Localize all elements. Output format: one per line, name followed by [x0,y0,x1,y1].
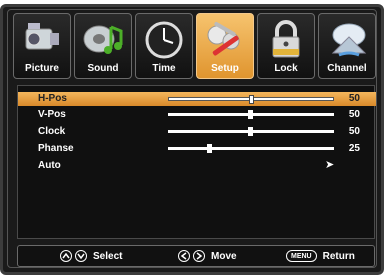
slider-thumb[interactable] [207,144,212,153]
down-arrow-icon [75,250,87,262]
satellite-dish-icon [325,19,369,61]
osd-menu: Picture Sound Time Setup Lock Channel H-… [0,4,384,275]
menu-key-icon: MENU [286,250,317,262]
setting-label: V-Pos [38,109,66,120]
setting-label: Clock [38,126,66,137]
tab-label: Sound [87,63,119,74]
clock-slider[interactable] [168,127,334,136]
v-pos-slider[interactable] [168,110,334,119]
setting-row-auto[interactable]: Auto ➤ [18,159,376,173]
move-hint: Move [178,250,237,262]
clock-icon [142,19,186,61]
move-label: Move [211,250,237,262]
select-hint: Select [60,250,122,262]
tools-icon [203,19,247,61]
setting-label: Auto [38,160,61,171]
music-note-icon [81,19,125,61]
slider-thumb[interactable] [248,110,253,119]
setting-value: 50 [348,126,360,137]
setting-value: 25 [348,143,360,154]
tab-sound[interactable]: Sound [74,13,132,79]
setting-row-phanse[interactable]: Phanse 25 [18,142,376,156]
tab-label: Time [152,63,176,74]
tab-label: Picture [25,63,59,74]
tab-channel[interactable]: Channel [318,13,376,79]
settings-panel: H-Pos 50 V-Pos 50 Clock 50 Phanse 25 Aut… [17,85,376,239]
setting-row-clock[interactable]: Clock 50 [18,125,376,139]
tab-time[interactable]: Time [135,13,193,79]
tab-label: Lock [274,63,298,74]
tab-lock[interactable]: Lock [257,13,315,79]
setting-row-h-pos[interactable]: H-Pos 50 [18,92,376,106]
left-arrow-icon [178,250,190,262]
footer-hints: Select Move MENU Return [17,245,375,267]
setting-value: 50 [348,93,360,104]
select-label: Select [93,250,123,262]
setting-value: 50 [348,109,360,120]
tab-label: Channel [327,63,367,74]
return-label: Return [322,250,355,262]
slider-thumb[interactable] [248,127,253,136]
padlock-icon [264,19,308,61]
slider-thumb[interactable] [249,95,254,104]
setting-row-v-pos[interactable]: V-Pos 50 [18,108,376,122]
setting-label: H-Pos [38,93,67,104]
camcorder-icon [20,19,64,61]
setting-label: Phanse [38,143,74,154]
return-hint: MENU Return [286,250,355,262]
tab-bar: Picture Sound Time Setup Lock Channel [13,13,379,79]
h-pos-slider[interactable] [168,95,334,104]
up-arrow-icon [60,250,72,262]
phanse-slider[interactable] [168,144,334,153]
tab-picture[interactable]: Picture [13,13,71,79]
submenu-arrow-icon: ➤ [325,159,335,171]
tab-setup[interactable]: Setup [196,13,254,79]
right-arrow-icon [193,250,205,262]
tab-label: Setup [211,63,239,74]
